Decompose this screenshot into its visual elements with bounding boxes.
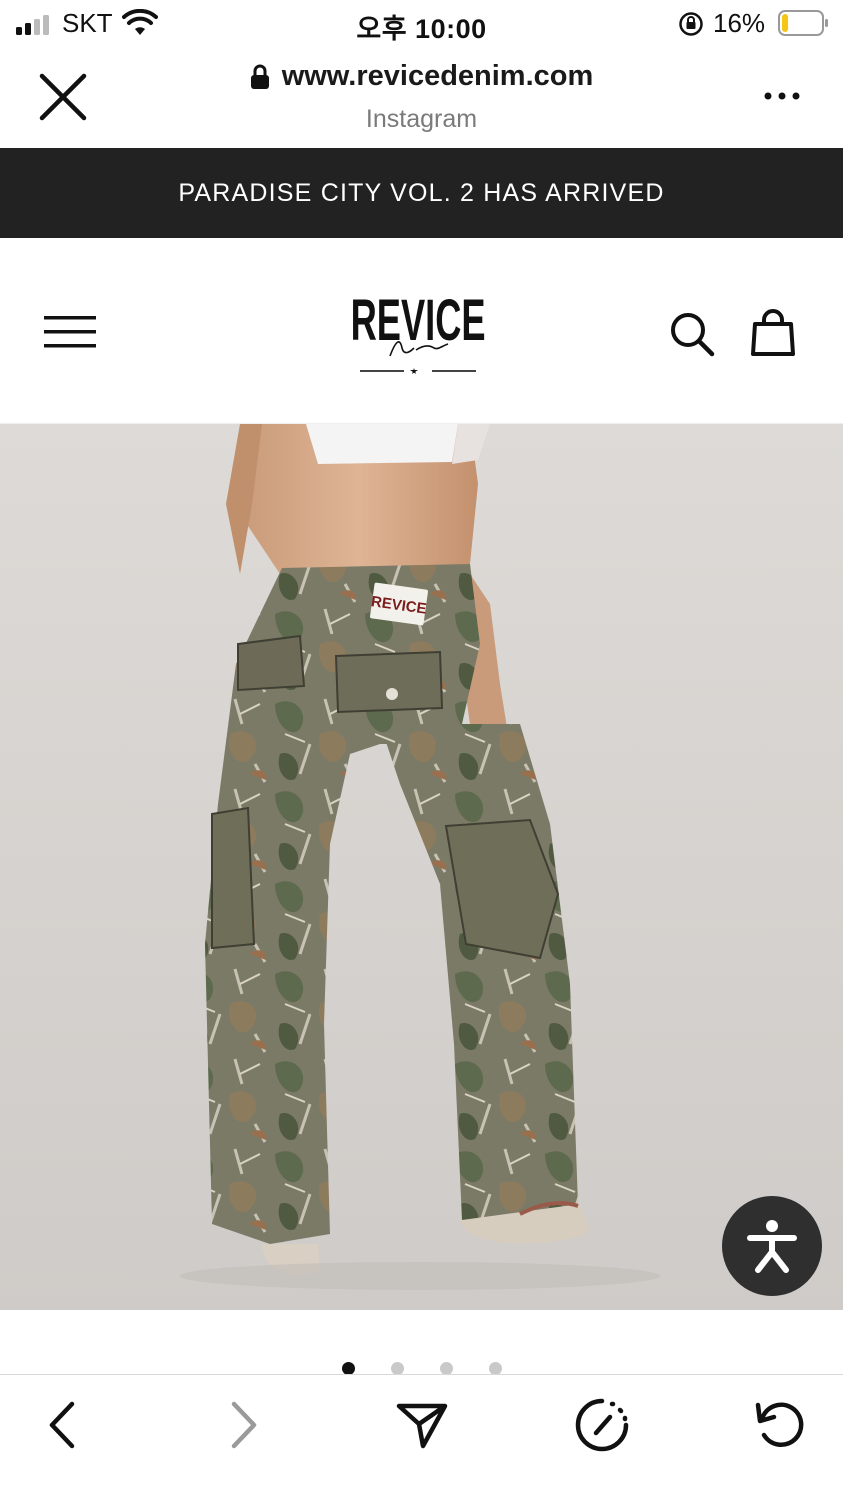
battery-percent: 16%	[713, 8, 766, 38]
menu-icon[interactable]	[44, 314, 96, 350]
forward-icon[interactable]	[216, 1397, 272, 1453]
url-text: www.revicedenim.com	[281, 60, 594, 92]
more-icon[interactable]	[758, 84, 806, 108]
speed-icon[interactable]	[574, 1397, 630, 1453]
share-icon[interactable]	[394, 1397, 450, 1453]
reload-icon[interactable]	[752, 1397, 808, 1453]
status-bar: SKT 오후 10:00 16%	[0, 0, 843, 48]
svg-text:REVICE: REVICE	[351, 287, 486, 352]
search-icon[interactable]	[668, 310, 716, 358]
browser-bar: www.revicedenim.com Instagram	[0, 48, 843, 148]
shopping-bag-icon[interactable]	[750, 308, 796, 358]
announcement-bar[interactable]: PARADISE CITY VOL. 2 HAS ARRIVED	[0, 148, 843, 238]
accessibility-icon	[747, 1220, 797, 1273]
product-image[interactable]: REVICE	[0, 424, 843, 1310]
lock-icon	[250, 64, 269, 89]
bottom-toolbar	[0, 1374, 843, 1500]
site-header: REVICE	[0, 238, 843, 424]
back-icon[interactable]	[34, 1397, 90, 1453]
product-photo: REVICE	[0, 424, 843, 1310]
accessibility-button[interactable]	[722, 1196, 822, 1296]
url-area[interactable]: www.revicedenim.com Instagram	[0, 60, 843, 134]
battery-icon	[778, 10, 828, 36]
revice-logo[interactable]: REVICE	[338, 278, 498, 384]
rotation-lock-icon	[679, 12, 703, 36]
source-label: Instagram	[365, 104, 478, 133]
